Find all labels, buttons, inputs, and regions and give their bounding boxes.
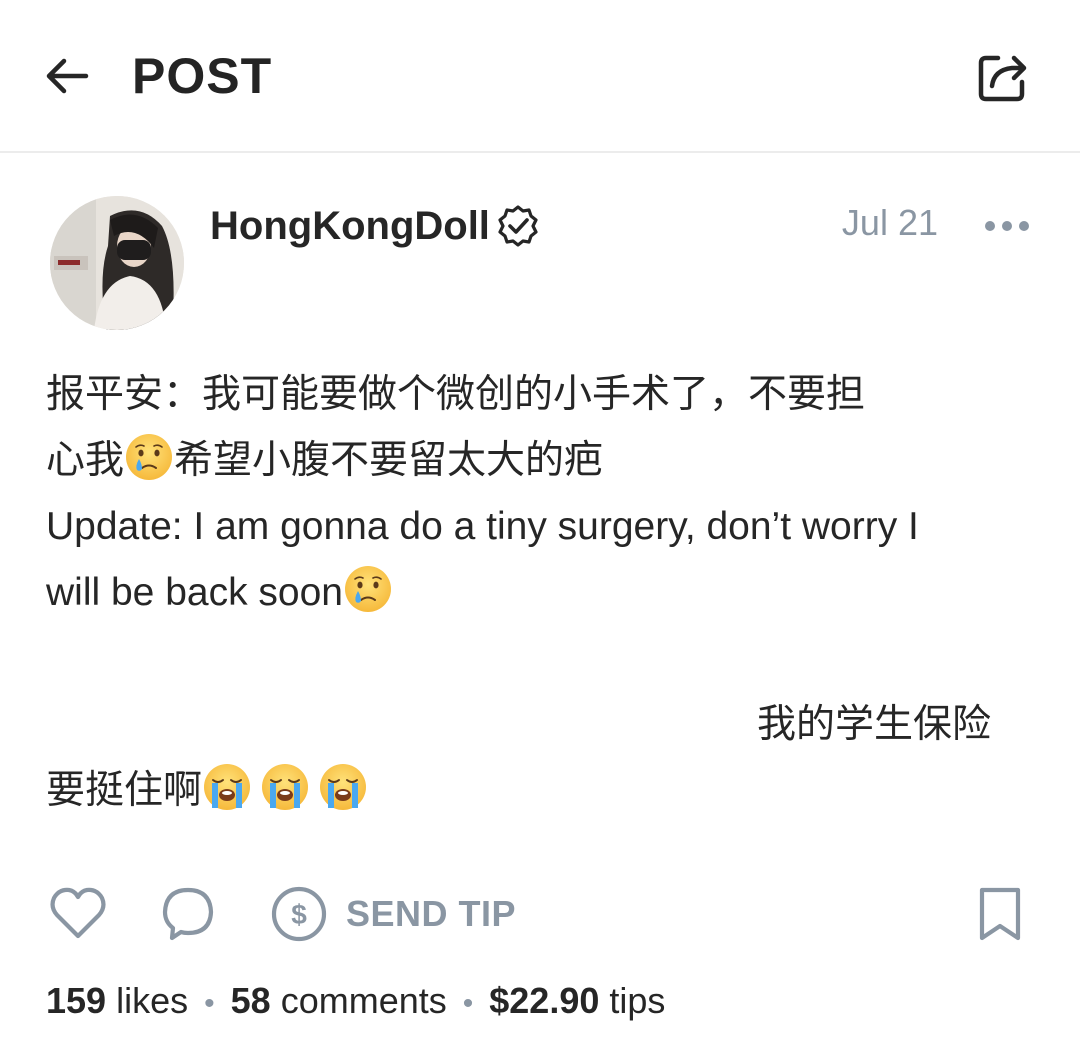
- post-actions: $ SEND TIP: [0, 878, 1080, 948]
- more-horizontal-icon[interactable]: [982, 214, 1032, 238]
- back-arrow-icon[interactable]: [40, 48, 96, 104]
- crying-face-emoji: [124, 432, 174, 482]
- post-line: 心我 希望小腹不要留太大的疤: [46, 428, 1046, 494]
- post-text-segment: 心我: [46, 439, 125, 482]
- comment-icon[interactable]: [158, 884, 218, 944]
- post-stats: 159 likes • 58 comments • $22.90 tips: [46, 976, 665, 1029]
- page-title: POST: [132, 48, 273, 104]
- crying-face-emoji: [343, 564, 393, 614]
- comments-count: 58: [230, 980, 271, 1021]
- send-tip-button[interactable]: $ SEND TIP: [270, 882, 516, 946]
- tips-amount: $22.90: [489, 980, 600, 1021]
- post-text-segment: 要挺住啊: [46, 769, 203, 812]
- bookmark-icon[interactable]: [974, 884, 1026, 944]
- share-icon[interactable]: [972, 46, 1034, 108]
- post-text-segment: will be back soon: [46, 571, 343, 614]
- verified-badge-icon: [498, 205, 538, 247]
- send-tip-label: SEND TIP: [346, 893, 517, 934]
- loudly-crying-face-emoji: [202, 762, 252, 812]
- comments-label: comments: [280, 980, 447, 1021]
- avatar[interactable]: [50, 196, 184, 330]
- likes-count: 159: [46, 980, 107, 1021]
- username[interactable]: HongKongDoll: [210, 198, 490, 254]
- tips-label: tips: [609, 980, 666, 1021]
- post-line: 要挺住啊: [46, 758, 1046, 824]
- top-bar: POST: [0, 0, 1080, 153]
- heart-icon[interactable]: [48, 884, 108, 944]
- post-body: 报平安：我可能要做个微创的小手术了，不要担 心我 希望小腹不要留太大的疤 Upda…: [46, 362, 1046, 824]
- post-date: Jul 21: [841, 202, 938, 243]
- separator-dot: •: [462, 987, 474, 1020]
- post-line: will be back soon: [46, 560, 1046, 626]
- post-line: Update: I am gonna do a tiny surgery, do…: [46, 505, 919, 548]
- dollar-coin-icon: $: [271, 886, 327, 942]
- post-line-empty: [46, 626, 1046, 692]
- avatar-photo: [50, 196, 184, 330]
- likes-label: likes: [116, 980, 189, 1021]
- svg-text:$: $: [291, 899, 307, 930]
- separator-dot: •: [204, 987, 215, 1020]
- post-line: 报平安：我可能要做个微创的小手术了，不要担: [46, 373, 866, 416]
- loudly-crying-face-emoji: [260, 762, 310, 812]
- author-row: HongKongDoll: [210, 196, 540, 256]
- post-text-segment: 希望小腹不要留太大的疤: [174, 439, 604, 482]
- post-line: 我的学生保险: [756, 703, 991, 746]
- loudly-crying-face-emoji: [318, 762, 368, 812]
